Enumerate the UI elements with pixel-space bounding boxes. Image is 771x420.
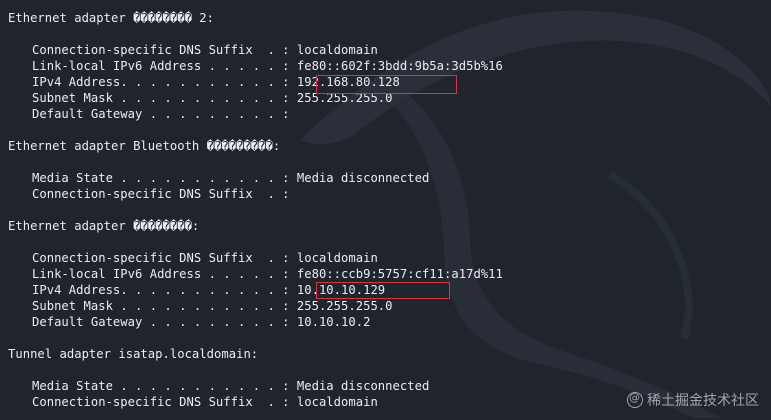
entry-value: 10.10.10.129 <box>296 283 386 297</box>
config-entry: Default Gateway . . . . . . . . . : <box>32 106 297 122</box>
config-entry: Connection-specific DNS Suffix . : local… <box>32 42 378 58</box>
entry-value: fe80::ccb9:5757:cf11:a17d%11 <box>296 267 503 281</box>
entry-value: localdomain <box>296 395 378 409</box>
entry-value: 10.10.10.2 <box>296 315 371 329</box>
config-entry: Subnet Mask . . . . . . . . . . . : 255.… <box>32 90 393 106</box>
config-entry: IPv4 Address. . . . . . . . . . . : 192.… <box>32 74 400 90</box>
entry-label: Subnet Mask . . . . . . . . . . . : <box>32 299 297 313</box>
adapter-header: Ethernet adapter �������� 2: <box>8 11 215 25</box>
entry-label: Connection-specific DNS Suffix . : <box>32 43 297 57</box>
entry-value: localdomain <box>296 251 378 265</box>
at-sign-icon <box>627 391 643 408</box>
entry-value: localdomain <box>296 43 378 57</box>
entry-label: Media State . . . . . . . . . . . : <box>32 379 297 393</box>
entry-label: Connection-specific DNS Suffix . : <box>32 395 297 409</box>
entry-value: Media disconnected <box>296 171 430 185</box>
config-entry: Media State . . . . . . . . . . . : Medi… <box>32 170 429 186</box>
entry-label: Link-local IPv6 Address . . . . . : <box>32 267 297 281</box>
entry-label: Default Gateway . . . . . . . . . : <box>32 107 297 121</box>
config-entry: Subnet Mask . . . . . . . . . . . : 255.… <box>32 298 393 314</box>
entry-label: Subnet Mask . . . . . . . . . . . : <box>32 91 297 105</box>
config-entry: Link-local IPv6 Address . . . . . : fe80… <box>32 58 503 74</box>
watermark-text: 稀土掘金技术社区 <box>647 393 759 409</box>
adapter-header: Ethernet adapter Bluetooth ���������: <box>8 139 281 153</box>
entry-value: 255.255.255.0 <box>296 91 393 105</box>
adapter-header: Ethernet adapter ��������: <box>8 219 200 233</box>
adapter-header: Tunnel adapter isatap.localdomain: <box>8 347 259 361</box>
watermark: 稀土掘金技术社区 <box>627 390 759 410</box>
entry-label: Default Gateway . . . . . . . . . : <box>32 315 297 329</box>
config-entry: Connection-specific DNS Suffix . : local… <box>32 250 378 266</box>
config-entry: Connection-specific DNS Suffix . : local… <box>32 394 378 410</box>
entry-label: Media State . . . . . . . . . . . : <box>32 171 297 185</box>
config-entry: Media State . . . . . . . . . . . : Medi… <box>32 378 429 394</box>
entry-label: Connection-specific DNS Suffix . : <box>32 251 297 265</box>
entry-value: fe80::602f:3bdd:9b5a:3d5b%16 <box>296 59 503 73</box>
entry-value: Media disconnected <box>296 379 430 393</box>
entry-value: 255.255.255.0 <box>296 299 393 313</box>
config-entry: IPv4 Address. . . . . . . . . . . : 10.1… <box>32 282 385 298</box>
config-entry: Link-local IPv6 Address . . . . . : fe80… <box>32 266 503 282</box>
entry-label: Link-local IPv6 Address . . . . . : <box>32 59 297 73</box>
config-entry: Connection-specific DNS Suffix . : <box>32 186 297 202</box>
terminal-window: Ethernet adapter �������� 2: Connection-… <box>0 0 771 420</box>
entry-value: 192.168.80.128 <box>296 75 400 89</box>
entry-label: Connection-specific DNS Suffix . : <box>32 187 297 201</box>
entry-label: IPv4 Address. . . . . . . . . . . : <box>32 75 297 89</box>
config-entry: Default Gateway . . . . . . . . . : 10.1… <box>32 314 370 330</box>
entry-label: IPv4 Address. . . . . . . . . . . : <box>32 283 297 297</box>
